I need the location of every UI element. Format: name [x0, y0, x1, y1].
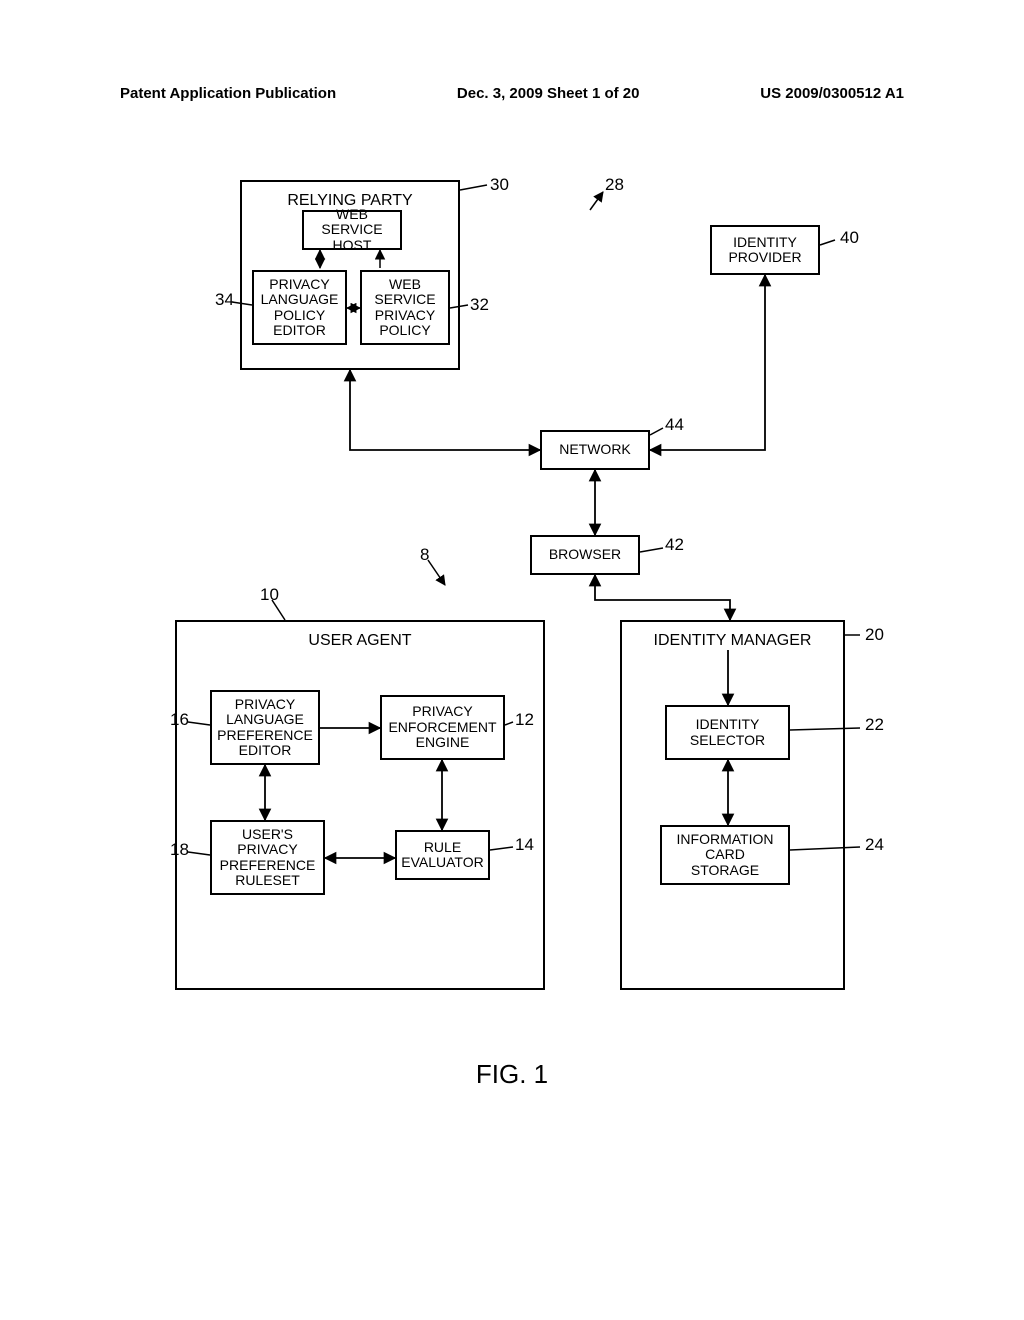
ref-14: 14: [515, 835, 534, 855]
ref-32: 32: [470, 295, 489, 315]
web-service-privacy-policy-box: WEB SERVICE PRIVACY POLICY: [360, 270, 450, 345]
identity-selector-box: IDENTITY SELECTOR: [665, 705, 790, 760]
identity-manager-title: IDENTITY MANAGER: [654, 632, 812, 650]
ref-10: 10: [260, 585, 279, 605]
header-right: US 2009/0300512 A1: [760, 85, 904, 102]
header-center: Dec. 3, 2009 Sheet 1 of 20: [457, 85, 640, 102]
ref-30: 30: [490, 175, 509, 195]
header-left: Patent Application Publication: [120, 85, 336, 102]
ref-22: 22: [865, 715, 884, 735]
ref-42: 42: [665, 535, 684, 555]
ref-40: 40: [840, 228, 859, 248]
figure-label: FIG. 1: [0, 1059, 1024, 1090]
privacy-language-preference-editor-box: PRIVACY LANGUAGE PREFERENCE EDITOR: [210, 690, 320, 765]
privacy-enforcement-engine-box: PRIVACY ENFORCEMENT ENGINE: [380, 695, 505, 760]
users-privacy-preference-ruleset-box: USER'S PRIVACY PREFERENCE RULESET: [210, 820, 325, 895]
user-agent-title: USER AGENT: [308, 632, 411, 650]
ref-44: 44: [665, 415, 684, 435]
information-card-storage-box: INFORMATION CARD STORAGE: [660, 825, 790, 885]
ref-34: 34: [215, 290, 234, 310]
user-agent-box: USER AGENT: [175, 620, 545, 990]
network-box: NETWORK: [540, 430, 650, 470]
ref-8: 8: [420, 545, 429, 565]
ref-18: 18: [170, 840, 189, 860]
browser-box: BROWSER: [530, 535, 640, 575]
block-diagram: RELYING PARTY WEB SERVICE HOST PRIVACY L…: [120, 150, 890, 1050]
ref-16: 16: [170, 710, 189, 730]
ref-28: 28: [605, 175, 624, 195]
ref-12: 12: [515, 710, 534, 730]
ref-20: 20: [865, 625, 884, 645]
rule-evaluator-box: RULE EVALUATOR: [395, 830, 490, 880]
web-service-host-box: WEB SERVICE HOST: [302, 210, 402, 250]
identity-provider-box: IDENTITY PROVIDER: [710, 225, 820, 275]
identity-manager-box: IDENTITY MANAGER: [620, 620, 845, 990]
privacy-language-policy-editor-box: PRIVACY LANGUAGE POLICY EDITOR: [252, 270, 347, 345]
ref-24: 24: [865, 835, 884, 855]
